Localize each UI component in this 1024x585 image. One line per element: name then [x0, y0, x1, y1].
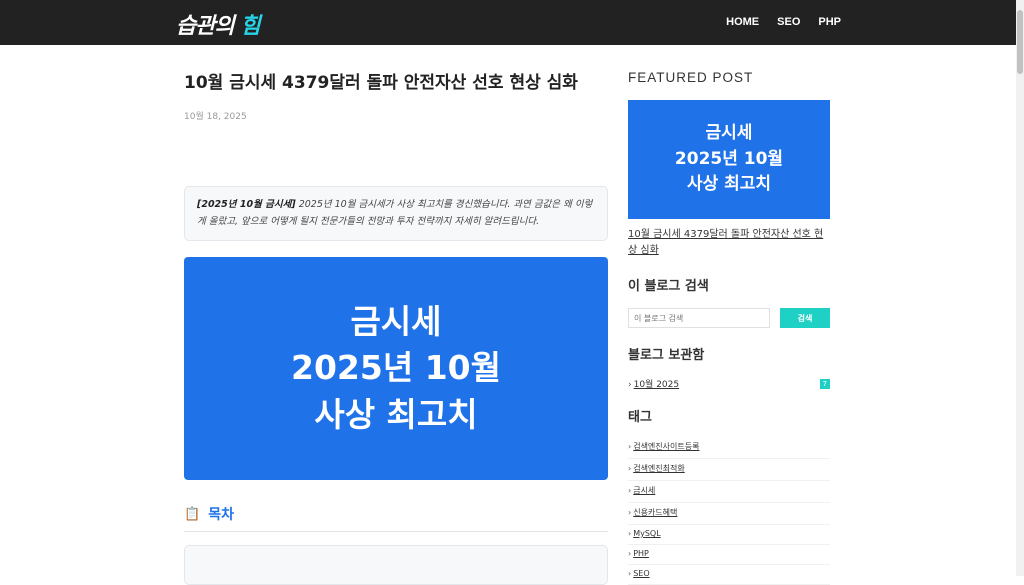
search-input[interactable]	[628, 308, 770, 328]
chevron-right-icon: ›	[628, 549, 632, 558]
nav-php[interactable]: PHP	[818, 16, 841, 28]
post-content: 10월 금시세 4379달러 돌파 안전자산 선호 현상 심화 10월 18, …	[184, 72, 608, 585]
featured-img-line-3: 사상 최고치	[686, 174, 772, 195]
hero-line-3: 사상 최고치	[314, 395, 478, 435]
scrollbar-thumb[interactable]	[1017, 10, 1023, 74]
logo-accent: 힘	[240, 14, 260, 39]
hero-line-1: 금시세	[350, 301, 442, 341]
featured-img-line-1: 금시세	[705, 123, 753, 144]
tag-list: › 검색엔진사이트등록 › 검색엔진최적화 › 금시세 › 신용카드혜택 › MySQL …	[628, 437, 830, 585]
tag-item: › SEO	[628, 565, 830, 585]
post-title: 10월 금시세 4379달러 돌파 안전자산 선호 현상 심화	[184, 73, 578, 93]
tag-link[interactable]: 검색엔진최적화	[633, 464, 685, 473]
chevron-right-icon: ›	[628, 442, 632, 451]
site-logo[interactable]: 습관의 힘	[176, 8, 261, 40]
tag-item: › MySQL	[628, 525, 830, 545]
chevron-right-icon: ›	[628, 508, 632, 517]
tag-item: › 금시세	[628, 481, 830, 503]
featured-image[interactable]: 금시세 2025년 10월 사상 최고치	[628, 100, 830, 219]
chevron-right-icon: ›	[628, 464, 632, 473]
clipboard-icon: 📋	[184, 506, 201, 522]
main-nav: HOME SEO PHP	[726, 16, 841, 28]
tag-item: › 검색엔진최적화	[628, 459, 830, 481]
featured-heading: FEATURED POST	[628, 70, 754, 85]
featured-post-link[interactable]: 10월 금시세 4379달러 돌파 안전자산 선호 현상 심화	[628, 227, 830, 259]
archive-count-badge: 7	[819, 378, 830, 389]
tag-item: › 검색엔진사이트등록	[628, 437, 830, 459]
hero-image: 금시세 2025년 10월 사상 최고치	[184, 257, 608, 481]
tag-item: › PHP	[628, 545, 830, 565]
page-scrollbar[interactable]	[1016, 0, 1024, 576]
archive-item-label[interactable]: 10월 2025	[634, 380, 680, 390]
tags-heading: 태그	[628, 410, 652, 425]
search-button[interactable]: 검색	[780, 308, 830, 328]
featured-img-line-2: 2025년 10월	[674, 148, 784, 169]
nav-home[interactable]: HOME	[726, 16, 759, 28]
logo-text: 습관의	[176, 14, 241, 39]
top-navbar: 습관의 힘 HOME SEO PHP	[0, 0, 1016, 45]
post-summary: [2025년 10월 금시세] 2025년 10월 금시세가 사상 최고치를 경…	[184, 186, 608, 242]
tag-link[interactable]: MySQL	[633, 529, 660, 538]
search-form: 검색	[628, 308, 830, 328]
archive-heading: 블로그 보관함	[628, 348, 705, 363]
search-heading: 이 블로그 검색	[628, 279, 709, 294]
chevron-right-icon: ›	[628, 569, 632, 578]
hero-line-2: 2025년 10월	[291, 348, 501, 388]
toc-box	[184, 545, 608, 585]
sidebar: FEATURED POST 금시세 2025년 10월 사상 최고치 10월 금…	[628, 70, 830, 585]
toc-header[interactable]: 📋 목차	[184, 504, 608, 533]
tag-link[interactable]: 금시세	[633, 486, 655, 495]
toc-title: 목차	[208, 507, 234, 524]
archive-item[interactable]: › 10월 2025 7	[628, 377, 830, 390]
tag-link[interactable]: PHP	[633, 549, 649, 558]
tag-link[interactable]: SEO	[633, 569, 649, 578]
nav-seo[interactable]: SEO	[777, 16, 800, 28]
chevron-right-icon: ›	[628, 486, 632, 495]
tag-link[interactable]: 신용카드혜택	[633, 508, 677, 517]
chevron-right-icon: ›	[628, 380, 632, 390]
post-date: 10월 18, 2025	[184, 112, 247, 123]
tag-link[interactable]: 검색엔진사이트등록	[633, 442, 699, 451]
summary-bold: [2025년 10월 금시세]	[197, 199, 296, 211]
chevron-right-icon: ›	[628, 529, 632, 538]
tag-item: › 신용카드혜택	[628, 503, 830, 525]
